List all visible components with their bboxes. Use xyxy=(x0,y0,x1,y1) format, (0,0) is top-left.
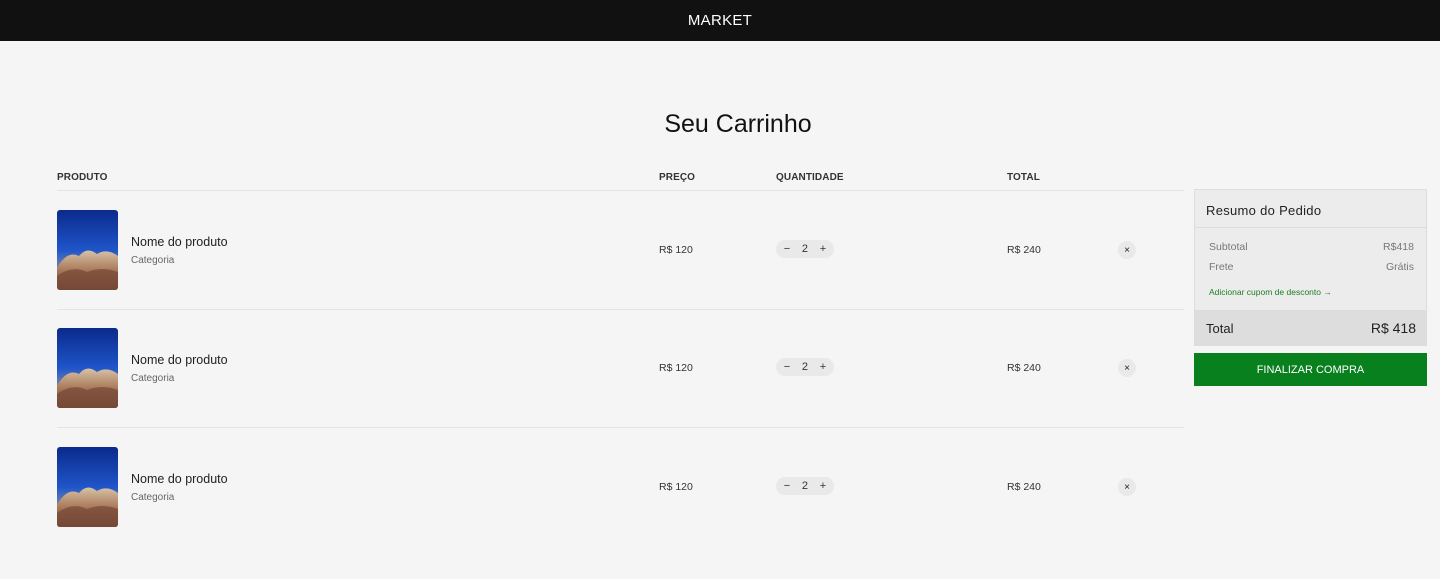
subtotal-row: Subtotal R$418 xyxy=(1209,241,1414,253)
column-header-total: TOTAL xyxy=(1007,172,1040,183)
product-category: Categoria xyxy=(131,255,175,266)
decrease-quantity-button[interactable]: − xyxy=(780,480,794,492)
close-icon: × xyxy=(1124,362,1130,374)
page-title: Seu Carrinho xyxy=(664,110,812,138)
product-image[interactable] xyxy=(57,447,118,527)
quantity-stepper: − 2 + xyxy=(776,477,834,495)
increase-quantity-button[interactable]: + xyxy=(816,361,830,373)
total-label: Total xyxy=(1206,321,1234,336)
close-icon: × xyxy=(1124,481,1130,493)
product-name[interactable]: Nome do produto xyxy=(131,472,228,486)
total-value: R$ 418 xyxy=(1370,320,1416,336)
cart-item-row: Nome do produto Categoria R$ 120 − 2 + R… xyxy=(57,309,1184,428)
shipping-value: Grátis xyxy=(1385,261,1414,273)
shipping-label: Frete xyxy=(1209,261,1234,273)
subtotal-label: Subtotal xyxy=(1209,241,1248,253)
subtotal-value: R$418 xyxy=(1383,241,1414,253)
column-header-product: PRODUTO xyxy=(57,172,108,183)
increase-quantity-button[interactable]: + xyxy=(816,243,830,255)
quantity-stepper: − 2 + xyxy=(776,240,834,258)
shipping-row: Frete Grátis xyxy=(1209,261,1414,273)
remove-item-button[interactable]: × xyxy=(1118,241,1136,259)
product-name[interactable]: Nome do produto xyxy=(131,235,228,249)
column-header-quantity: QUANTIDADE xyxy=(776,172,844,183)
cart-item-row: Nome do produto Categoria R$ 120 − 2 + R… xyxy=(57,428,1184,546)
quantity-value: 2 xyxy=(801,480,809,492)
summary-total-bar: Total R$ 418 xyxy=(1195,310,1426,345)
product-price: R$ 120 xyxy=(659,362,693,374)
order-summary: Resumo do Pedido Subtotal R$418 Frete Gr… xyxy=(1194,189,1427,346)
increase-quantity-button[interactable]: + xyxy=(816,480,830,492)
product-image[interactable] xyxy=(57,210,118,290)
column-header-price: PREÇO xyxy=(659,172,696,183)
quantity-value: 2 xyxy=(801,361,809,373)
summary-title: Resumo do Pedido xyxy=(1206,203,1322,218)
line-total: R$ 240 xyxy=(1007,481,1041,493)
decrease-quantity-button[interactable]: − xyxy=(780,243,794,255)
add-coupon-link[interactable]: Adicionar cupom de desconto → xyxy=(1209,287,1332,297)
line-total: R$ 240 xyxy=(1007,362,1041,374)
remove-item-button[interactable]: × xyxy=(1118,359,1136,377)
remove-item-button[interactable]: × xyxy=(1118,478,1136,496)
decrease-quantity-button[interactable]: − xyxy=(780,361,794,373)
product-price: R$ 120 xyxy=(659,481,693,493)
product-category: Categoria xyxy=(131,492,175,503)
brand-logo[interactable]: MARKET xyxy=(688,12,752,29)
summary-divider xyxy=(1195,227,1426,228)
quantity-value: 2 xyxy=(801,243,809,255)
quantity-stepper: − 2 + xyxy=(776,358,834,376)
cart-item-row: Nome do produto Categoria R$ 120 − 2 + R… xyxy=(57,191,1184,310)
checkout-button[interactable]: FINALIZAR COMPRA xyxy=(1194,353,1427,386)
product-name[interactable]: Nome do produto xyxy=(131,353,228,367)
product-price: R$ 120 xyxy=(659,244,693,256)
product-image[interactable] xyxy=(57,328,118,408)
line-total: R$ 240 xyxy=(1007,244,1041,256)
close-icon: × xyxy=(1124,244,1130,256)
cart-table-header: PRODUTO PREÇO QUANTIDADE TOTAL xyxy=(57,172,1184,190)
top-navbar: MARKET xyxy=(0,0,1440,41)
product-category: Categoria xyxy=(131,373,175,384)
